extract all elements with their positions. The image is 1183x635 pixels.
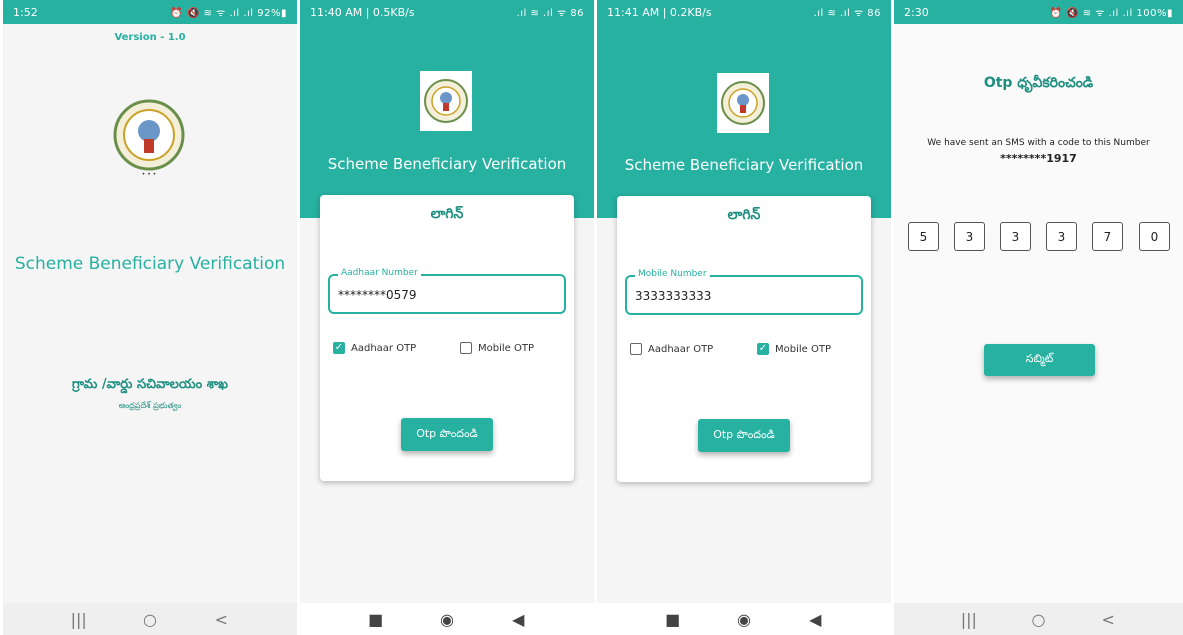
status-bar: 11:40 AM | 0.5KB/s .ıl ≋ .ıl ᯤ 86 [300,0,594,24]
status-time: 1:52 [13,5,38,19]
nav-bar: ||| ○ < [3,603,297,635]
get-otp-button[interactable]: Otp పొందండి [698,419,790,452]
field-label: Aadhaar Number [338,268,421,278]
card-title: లాగిన్ [727,207,761,223]
aadhaar-number-field[interactable]: Aadhaar Number ********0579 [328,268,566,314]
sms-message: We have sent an SMS with a code to this … [927,138,1150,148]
aadhaar-otp-checkbox[interactable]: Aadhaar OTP [630,343,713,355]
status-icons: ⏰ 🔇 ≋ ᯤ .ıl .ıl 100%▮ [1049,8,1173,19]
department-label: గ్రామ /వార్డు సచివాలయం శాఖ [72,377,228,392]
submit-button[interactable]: సబ్మిట్ [984,344,1095,376]
mobile-otp-checkbox[interactable]: Mobile OTP [460,342,534,354]
otp-digit-input[interactable]: 3 [1000,222,1031,251]
otp-digit-input[interactable]: 5 [908,222,939,251]
home-icon[interactable]: ○ [138,610,162,629]
status-bar: 2:30 ⏰ 🔇 ≋ ᯤ .ıl .ıl 100%▮ [894,0,1183,24]
status-icons: ⏰ 🔇 ≋ ᯤ .ıl .ıl 92%▮ [170,8,287,19]
masked-number: ********1917 [1000,152,1077,165]
otp-verify-screen: 2:30 ⏰ 🔇 ≋ ᯤ .ıl .ıl 100%▮ Otp ధృవీకరించ… [894,0,1183,635]
mobile-number-field[interactable]: Mobile Number 3333333333 [625,269,863,315]
mobile-otp-checkbox[interactable]: ✓ Mobile OTP [757,343,831,355]
field-value: 3333333333 [635,289,712,303]
home-icon[interactable]: ◉ [732,610,756,629]
status-icons: .ıl ≋ .ıl ᯤ 86 [813,8,881,19]
otp-digit-input[interactable]: 3 [954,222,985,251]
recents-icon[interactable]: ||| [67,610,91,629]
status-bar: 11:41 AM | 0.2KB/s .ıl ≋ .ıl ᯤ 86 [597,0,891,24]
card-title: లాగిన్ [430,206,464,222]
app-title: Scheme Beneficiary Verification [14,254,286,274]
ap-emblem-icon [717,73,769,133]
get-otp-button[interactable]: Otp పొందండి [401,418,493,451]
app-title: Scheme Beneficiary Verification [327,155,567,173]
checkbox-label: Mobile OTP [478,342,534,354]
status-time: 11:41 AM | 0.2KB/s [607,5,712,19]
otp-digit-input[interactable]: 3 [1046,222,1077,251]
otp-digit-input[interactable]: 0 [1139,222,1170,251]
checkbox-box [630,343,642,355]
recents-icon[interactable]: ■ [661,610,685,629]
splash-screen: 1:52 ⏰ 🔇 ≋ ᯤ .ıl .ıl 92%▮ Version - 1.0 … [3,0,297,635]
otp-digit-input[interactable]: 7 [1092,222,1123,251]
status-bar: 1:52 ⏰ 🔇 ≋ ᯤ .ıl .ıl 92%▮ [3,0,297,24]
otp-title: Otp ధృవీకరించండి [983,75,1094,91]
aadhaar-otp-checkbox[interactable]: ✓ Aadhaar OTP [333,342,416,354]
back-icon[interactable]: ◀ [506,610,530,629]
home-icon[interactable]: ◉ [435,610,459,629]
nav-bar: ■ ◉ ◀ [597,603,891,635]
version-label: Version - 1.0 [114,32,186,43]
checkmark-icon: ✓ [333,342,345,354]
svg-text:• • •: • • • [142,171,156,178]
recents-icon[interactable]: ■ [364,610,388,629]
government-label: ఆంధ్రప్రదేశ్ ప్రభుత్వం [118,401,182,410]
nav-bar: ■ ◉ ◀ [300,603,594,635]
checkbox-label: Mobile OTP [775,343,831,355]
nav-bar: ||| ○ < [894,603,1183,635]
app-title: Scheme Beneficiary Verification [624,156,864,174]
login-card: లాగిన్ Mobile Number 3333333333 Aadhaar … [617,196,871,482]
checkbox-box [460,342,472,354]
status-time: 2:30 [904,5,929,19]
status-icons: .ıl ≋ .ıl ᯤ 86 [516,8,584,19]
recents-icon[interactable]: ||| [957,610,981,629]
back-icon[interactable]: < [1096,610,1120,629]
field-value: ********0579 [338,288,417,302]
ap-emblem-icon [420,71,472,131]
checkmark-icon: ✓ [757,343,769,355]
status-time: 11:40 AM | 0.5KB/s [310,5,415,19]
home-icon[interactable]: ○ [1026,610,1050,629]
login-aadhaar-screen: 11:40 AM | 0.5KB/s .ıl ≋ .ıl ᯤ 86 Scheme… [300,0,594,635]
checkbox-label: Aadhaar OTP [648,343,714,355]
field-label: Mobile Number [635,269,710,279]
back-icon[interactable]: < [209,610,233,629]
login-card: లాగిన్ Aadhaar Number ********0579 ✓ Aad… [320,195,574,481]
ap-emblem-icon: • • • [113,97,185,179]
back-icon[interactable]: ◀ [803,610,827,629]
login-mobile-screen: 11:41 AM | 0.2KB/s .ıl ≋ .ıl ᯤ 86 Scheme… [597,0,891,635]
checkbox-label: Aadhaar OTP [351,342,417,354]
